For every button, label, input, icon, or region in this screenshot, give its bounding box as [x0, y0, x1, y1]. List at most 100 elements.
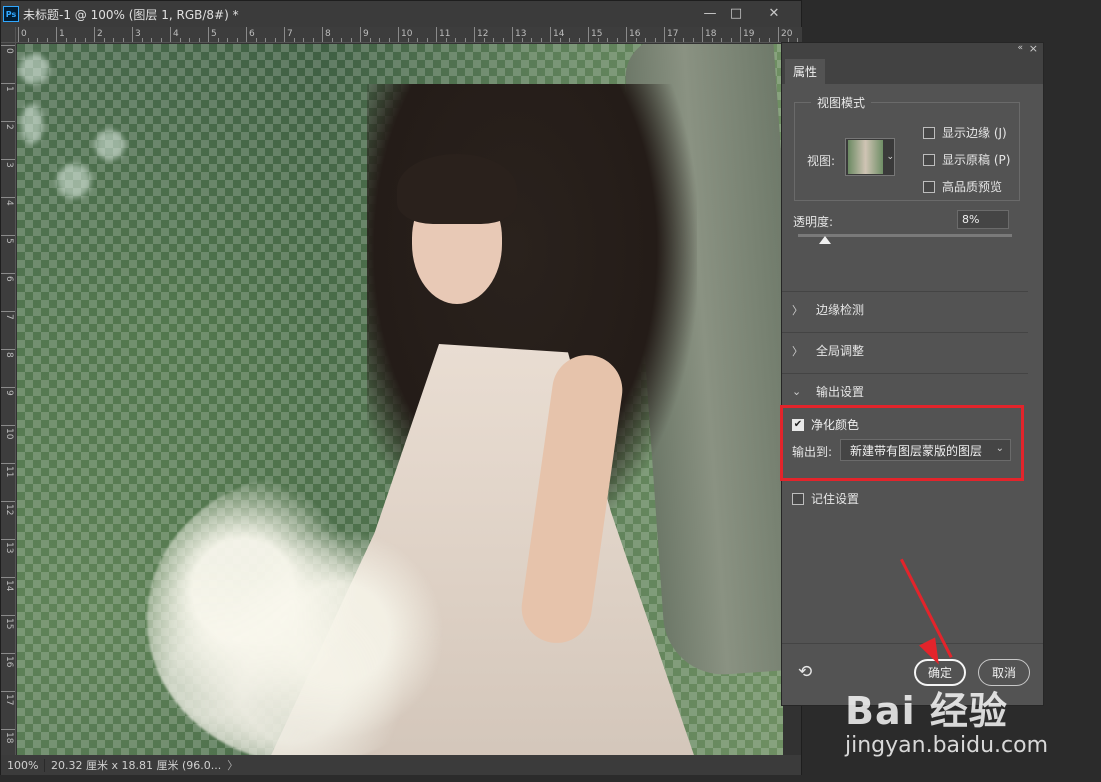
vertical-ruler[interactable]: 0 1 2 3 4 5 6 7 8 9 10 11 12 13 14 15 16 17 18	[1, 43, 16, 755]
ruler-label: 18	[705, 29, 717, 39]
reset-icon[interactable]: ⟲	[798, 662, 812, 682]
ruler-minor-tick	[654, 38, 656, 42]
section-global-adjust[interactable]: 〉 全局调整	[792, 342, 864, 359]
ruler-tick	[740, 27, 741, 42]
status-menu-arrow-icon[interactable]: 〉	[227, 757, 238, 773]
ruler-minor-tick	[217, 38, 219, 42]
ruler-label: 2	[97, 29, 103, 39]
ruler-tick	[1, 463, 15, 464]
tab-properties[interactable]: 属性	[785, 59, 825, 84]
remember-settings-checkbox[interactable]: 记住设置	[792, 490, 859, 507]
output-to-select[interactable]: 新建带有图层蒙版的图层 ⌄	[840, 439, 1011, 461]
ruler-label: 1	[59, 29, 65, 39]
ruler-tick	[1, 235, 15, 236]
ruler-tick	[1, 45, 15, 46]
minimize-button[interactable]: —	[697, 4, 723, 22]
ruler-tick	[1, 501, 15, 502]
ruler-minor-tick	[464, 38, 466, 42]
ruler-minor-tick	[607, 38, 608, 42]
ruler-label: 15	[4, 618, 14, 630]
section-edge-detection[interactable]: 〉 边缘检测	[792, 301, 864, 318]
ruler-minor-tick	[303, 38, 304, 42]
ruler-corner[interactable]	[1, 27, 16, 43]
ruler-label: 14	[553, 29, 565, 39]
zoom-level[interactable]: 100%	[1, 758, 45, 772]
ruler-tick	[1, 729, 15, 730]
ruler-label: 4	[4, 200, 14, 206]
ruler-minor-tick	[493, 38, 494, 42]
ruler-minor-tick	[46, 38, 48, 42]
checkbox-box[interactable]	[923, 126, 935, 139]
ruler-label: 18	[4, 732, 14, 744]
ruler-minor-tick	[350, 38, 352, 42]
ruler-tick	[512, 27, 513, 42]
decontaminate-colors-checkbox[interactable]: ✔ 净化颜色	[792, 416, 859, 433]
ruler-minor-tick	[265, 38, 266, 42]
collapse-icon[interactable]: «	[1017, 43, 1023, 53]
opacity-input[interactable]: 8%	[957, 210, 1009, 229]
section-output-settings[interactable]: ⌄ 输出设置	[792, 383, 864, 400]
ruler-tick	[1, 691, 15, 692]
ruler-label: 6	[4, 276, 14, 282]
ruler-label: 2	[4, 124, 14, 130]
ruler-tick	[626, 27, 627, 42]
ruler-minor-tick	[721, 38, 722, 42]
ruler-tick	[1, 577, 15, 578]
ruler-tick	[778, 27, 779, 42]
document-canvas[interactable]	[17, 44, 783, 755]
watermark-url: jingyan.baidu.com	[845, 733, 1049, 758]
show-edge-checkbox[interactable]: 显示边缘 (J)	[923, 124, 1007, 141]
ruler-label: 9	[4, 390, 14, 396]
view-mode-picker[interactable]: ⌄	[845, 138, 895, 176]
ruler-minor-tick	[113, 38, 114, 42]
ruler-tick	[322, 27, 323, 42]
panel-header-bar[interactable]: « ×	[782, 42, 1043, 57]
ruler-tick	[284, 27, 285, 42]
global-adjust-label: 全局调整	[816, 344, 865, 358]
ruler-tick	[474, 27, 475, 42]
ruler-minor-tick	[426, 38, 428, 42]
checkbox-box[interactable]	[923, 153, 935, 166]
show-edge-label: 显示边缘 (J)	[942, 126, 1007, 140]
show-original-checkbox[interactable]: 显示原稿 (P)	[923, 151, 1010, 168]
ruler-tick	[170, 27, 171, 42]
ruler-minor-tick	[65, 38, 67, 42]
ruler-tick	[398, 27, 399, 42]
chevron-down-icon: ⌄	[995, 443, 1004, 454]
document-info[interactable]: 20.32 厘米 x 18.81 厘米 (96.0...	[45, 757, 221, 773]
panel-close-icon[interactable]: ×	[1029, 42, 1038, 55]
ruler-minor-tick	[227, 38, 228, 42]
checkbox-box[interactable]	[792, 492, 804, 505]
high-quality-preview-checkbox[interactable]: 高品质预览	[923, 178, 1002, 195]
ruler-label: 10	[401, 29, 413, 39]
ruler-label: 17	[4, 694, 14, 706]
maximize-button[interactable]: □	[723, 4, 749, 22]
ruler-tick	[664, 27, 665, 42]
bokeh-light	[95, 130, 125, 160]
horizontal-ruler[interactable]: 0 1 2 3 4 5 6 7 8 9 10 11 12 13 14 15 16 17 18 19 20	[16, 27, 802, 43]
checkbox-checked[interactable]: ✔	[792, 418, 804, 431]
girl-bangs	[397, 154, 517, 224]
ruler-minor-tick	[75, 38, 76, 42]
ruler-minor-tick	[293, 38, 295, 42]
ruler-label: 11	[439, 29, 451, 39]
divider	[782, 332, 1028, 333]
ruler-minor-tick	[151, 38, 152, 42]
document-titlebar[interactable]: Ps 未标题-1 @ 100% (图层 1, RGB/8#) * — □ ✕	[1, 1, 801, 27]
ruler-label: 12	[477, 29, 489, 39]
ruler-minor-tick	[578, 38, 580, 42]
opacity-slider-handle[interactable]	[819, 236, 832, 244]
ruler-tick	[550, 27, 551, 42]
ruler-tick	[56, 27, 57, 42]
view-label: 视图:	[807, 154, 836, 168]
ruler-label: 13	[515, 29, 527, 39]
ruler-minor-tick	[236, 38, 238, 42]
ruler-tick	[702, 27, 703, 42]
bokeh-light	[57, 164, 91, 198]
close-button[interactable]: ✕	[761, 4, 787, 22]
ruler-label: 5	[211, 29, 217, 39]
checkbox-box[interactable]	[923, 180, 935, 193]
view-thumbnail	[848, 140, 884, 174]
ruler-minor-tick	[189, 38, 190, 42]
decontaminate-colors-label: 净化颜色	[811, 418, 860, 432]
